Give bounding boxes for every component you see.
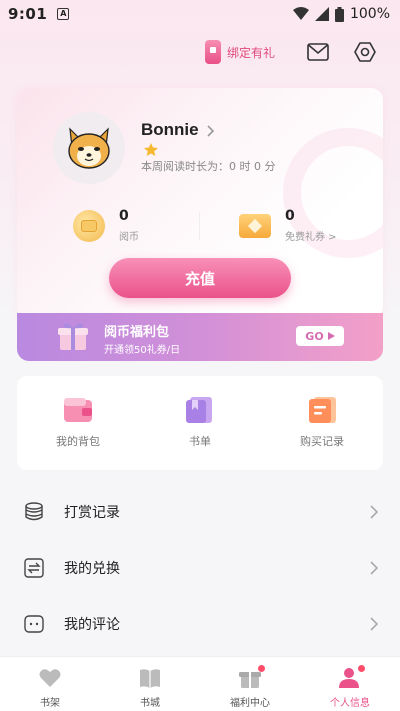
chevron-right-icon xyxy=(370,617,378,631)
bind-gift-button[interactable]: 绑定有礼 xyxy=(205,40,275,64)
nav-welfare-center[interactable]: 福利中心 xyxy=(200,657,300,711)
go-label: GO xyxy=(305,329,324,343)
menu-item-label: 我的评论 xyxy=(64,617,120,633)
signal-icon xyxy=(314,7,329,21)
gift-box-icon xyxy=(58,323,88,350)
chevron-right-icon[interactable] xyxy=(207,125,215,137)
bottom-nav: 书架 书城 福利中心 个人信息 xyxy=(0,656,400,711)
book-list-icon xyxy=(186,397,212,423)
go-button[interactable]: GO xyxy=(296,326,344,346)
wallet-icon xyxy=(64,398,92,422)
notification-a-icon: A xyxy=(57,8,70,20)
battery-icon xyxy=(334,6,344,22)
coins-stat[interactable]: 0 阅币 xyxy=(73,208,139,243)
quick-item-label: 购买记录 xyxy=(300,435,344,448)
settings-icon[interactable] xyxy=(354,41,376,63)
notification-dot xyxy=(358,665,365,672)
heart-icon xyxy=(39,669,61,687)
quick-item-label: 我的背包 xyxy=(56,435,100,448)
battery-percentage: 100% xyxy=(349,6,390,22)
coin-stack-icon xyxy=(25,502,43,521)
welfare-subtitle: 开通领50礼券/日 xyxy=(104,345,181,356)
play-arrow-icon xyxy=(327,332,335,340)
coins-label: 阅币 xyxy=(119,232,139,243)
coupons-value: 0 xyxy=(285,208,295,224)
book-icon xyxy=(140,669,160,688)
menu-item-tip-record[interactable]: 打赏记录 xyxy=(0,484,400,540)
exchange-icon xyxy=(24,558,44,578)
coins-value: 0 xyxy=(119,208,129,224)
phone-gift-icon xyxy=(205,40,221,64)
ticket-icon xyxy=(239,213,271,238)
avatar[interactable] xyxy=(53,112,125,184)
quick-actions-card: 我的背包 书单 购买记录 xyxy=(17,376,383,470)
welfare-title: 阅币福利包 xyxy=(104,325,170,340)
profile-card: Bonnie 本周阅读时长为：0 时 0 分 0 阅币 0 免费礼券 > 充值 xyxy=(17,88,383,318)
stat-divider xyxy=(199,212,200,240)
nav-label: 书城 xyxy=(140,698,160,709)
welfare-banner[interactable]: 阅币福利包 开通领50礼券/日 GO xyxy=(17,313,383,361)
purchase-record-icon xyxy=(309,397,336,423)
username[interactable]: Bonnie xyxy=(141,120,199,140)
header-actions: 绑定有礼 xyxy=(0,38,400,68)
nav-bookshelf[interactable]: 书架 xyxy=(0,657,100,711)
bind-gift-label: 绑定有礼 xyxy=(227,45,276,60)
wifi-icon xyxy=(292,7,309,20)
menu-item-label: 我的兑换 xyxy=(64,561,120,577)
menu-item-exchange[interactable]: 我的兑换 xyxy=(0,540,400,596)
menu-item-label: 打赏记录 xyxy=(64,505,120,521)
mail-icon[interactable] xyxy=(307,43,329,61)
status-bar: 9:01 A 100% xyxy=(0,0,400,28)
nav-personal-info[interactable]: 个人信息 xyxy=(300,657,400,711)
nav-label: 个人信息 xyxy=(330,698,370,709)
chevron-right-icon xyxy=(370,505,378,519)
quick-item-label: 书单 xyxy=(189,435,211,448)
recharge-button[interactable]: 充值 xyxy=(109,258,291,298)
star-level-icon xyxy=(144,143,158,156)
coupons-label: 免费礼券 > xyxy=(285,232,337,243)
nav-bookstore[interactable]: 书城 xyxy=(100,657,200,711)
quick-item-backpack[interactable]: 我的背包 xyxy=(28,396,128,449)
weekly-reading-time: 本周阅读时长为：0 时 0 分 xyxy=(141,160,276,173)
status-time: 9:01 xyxy=(8,5,48,23)
nav-label: 福利中心 xyxy=(230,698,270,709)
quick-item-booklist[interactable]: 书单 xyxy=(150,396,250,449)
status-icons: 100% xyxy=(292,6,390,22)
nav-label: 书架 xyxy=(40,698,60,709)
menu-item-comments[interactable]: 我的评论 xyxy=(0,596,400,652)
comment-icon xyxy=(24,615,44,633)
quick-item-purchase-record[interactable]: 购买记录 xyxy=(272,396,372,449)
menu-list: 打赏记录 我的兑换 我的评论 xyxy=(0,484,400,652)
chevron-right-icon xyxy=(370,561,378,575)
coupons-stat[interactable]: 0 免费礼券 > xyxy=(239,208,337,243)
shiba-dog-avatar-icon xyxy=(68,127,110,169)
coin-icon xyxy=(73,209,105,242)
notification-dot xyxy=(258,665,265,672)
